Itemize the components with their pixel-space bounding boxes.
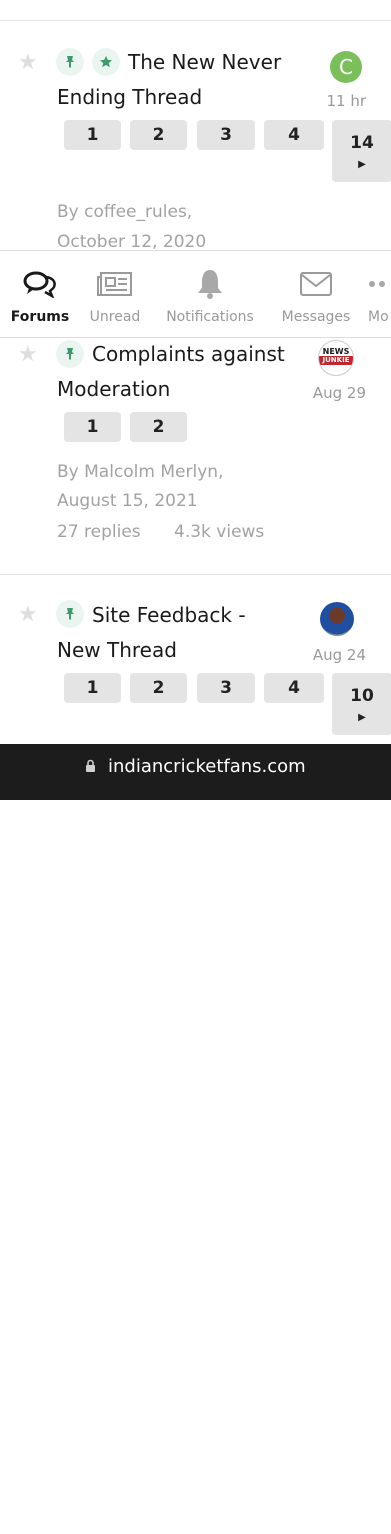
star-icon[interactable]: ★ — [18, 604, 38, 626]
thread-author: By Malcolm Merlyn, — [57, 462, 224, 482]
featured-star-icon — [92, 48, 120, 76]
top-divider — [0, 20, 391, 21]
lock-icon — [85, 757, 96, 778]
thread-replies: 27 replies — [57, 522, 141, 542]
forum-nav-bar: Forums Unread Notifications Messages Mo — [0, 250, 391, 338]
bell-icon — [158, 267, 262, 301]
page-link[interactable]: 2 — [130, 412, 187, 442]
caret-right-icon: ▶ — [358, 158, 366, 170]
nav-forums[interactable]: Forums — [6, 267, 74, 325]
nav-more-label: Mo — [368, 309, 389, 325]
star-icon[interactable]: ★ — [18, 344, 38, 366]
page-link[interactable]: 3 — [197, 673, 255, 703]
star-icon[interactable]: ★ — [18, 52, 38, 74]
nav-unread-label: Unread — [89, 309, 141, 325]
page-link[interactable]: 1 — [64, 673, 121, 703]
thread-title[interactable]: Complaints against — [92, 337, 285, 371]
thread-views: 4.3k views — [174, 522, 265, 542]
page-number: 14 — [350, 132, 374, 153]
avatar-logo-top: NEWS — [322, 347, 350, 356]
page-link[interactable]: 2 — [130, 673, 187, 703]
page-link[interactable]: 1 — [64, 120, 121, 150]
forums-icon — [6, 267, 74, 301]
nav-notifications[interactable]: Notifications — [158, 267, 262, 325]
avatar-logo-bottom: JUNKIE — [319, 356, 353, 365]
page-number: 10 — [350, 685, 374, 706]
page-link[interactable]: 4 — [264, 673, 324, 703]
thread-divider — [0, 574, 391, 575]
last-page-link[interactable]: 14 ▶ — [332, 120, 391, 182]
avatar[interactable]: C — [330, 51, 362, 83]
browser-url-bar[interactable]: indiancricketfans.com — [0, 744, 391, 1534]
url-text: indiancricketfans.com — [108, 756, 306, 777]
last-post-time: Aug 24 — [312, 646, 366, 664]
pin-icon — [56, 600, 84, 628]
page-link[interactable]: 3 — [197, 120, 255, 150]
pin-icon — [56, 48, 84, 76]
last-page-link[interactable]: 10 ▶ — [332, 673, 391, 735]
thread-title-line2[interactable]: Ending Thread — [57, 80, 202, 114]
newspaper-icon — [84, 267, 146, 301]
thread-title-line2[interactable]: New Thread — [57, 633, 177, 667]
nav-notifications-label: Notifications — [166, 309, 254, 325]
thread-title[interactable]: Site Feedback - — [92, 598, 246, 632]
thread-author: By coffee_rules, — [57, 202, 193, 222]
caret-right-icon: ▶ — [358, 711, 366, 723]
nav-messages-label: Messages — [281, 309, 351, 325]
nav-more[interactable]: Mo — [368, 267, 391, 325]
page-link[interactable]: 4 — [264, 120, 324, 150]
pin-icon — [56, 340, 84, 368]
home-indicator — [126, 1529, 265, 1534]
avatar[interactable] — [320, 602, 354, 636]
page-link[interactable]: 2 — [130, 120, 187, 150]
avatar[interactable]: NEWS JUNKIE — [318, 340, 354, 376]
last-post-time: 11 hr — [326, 92, 366, 110]
url-display[interactable]: indiancricketfans.com — [0, 756, 391, 778]
page-link[interactable]: 1 — [64, 412, 121, 442]
last-post-time: Aug 29 — [312, 384, 366, 402]
envelope-icon — [274, 267, 358, 301]
thread-title-line2[interactable]: Moderation — [57, 372, 170, 406]
nav-unread[interactable]: Unread — [84, 267, 146, 325]
thread-title[interactable]: The New Never — [128, 45, 281, 79]
more-dots-icon — [368, 267, 391, 301]
nav-messages[interactable]: Messages — [274, 267, 358, 325]
thread-start-date: August 15, 2021 — [57, 491, 198, 511]
nav-forums-label: Forums — [10, 309, 70, 325]
